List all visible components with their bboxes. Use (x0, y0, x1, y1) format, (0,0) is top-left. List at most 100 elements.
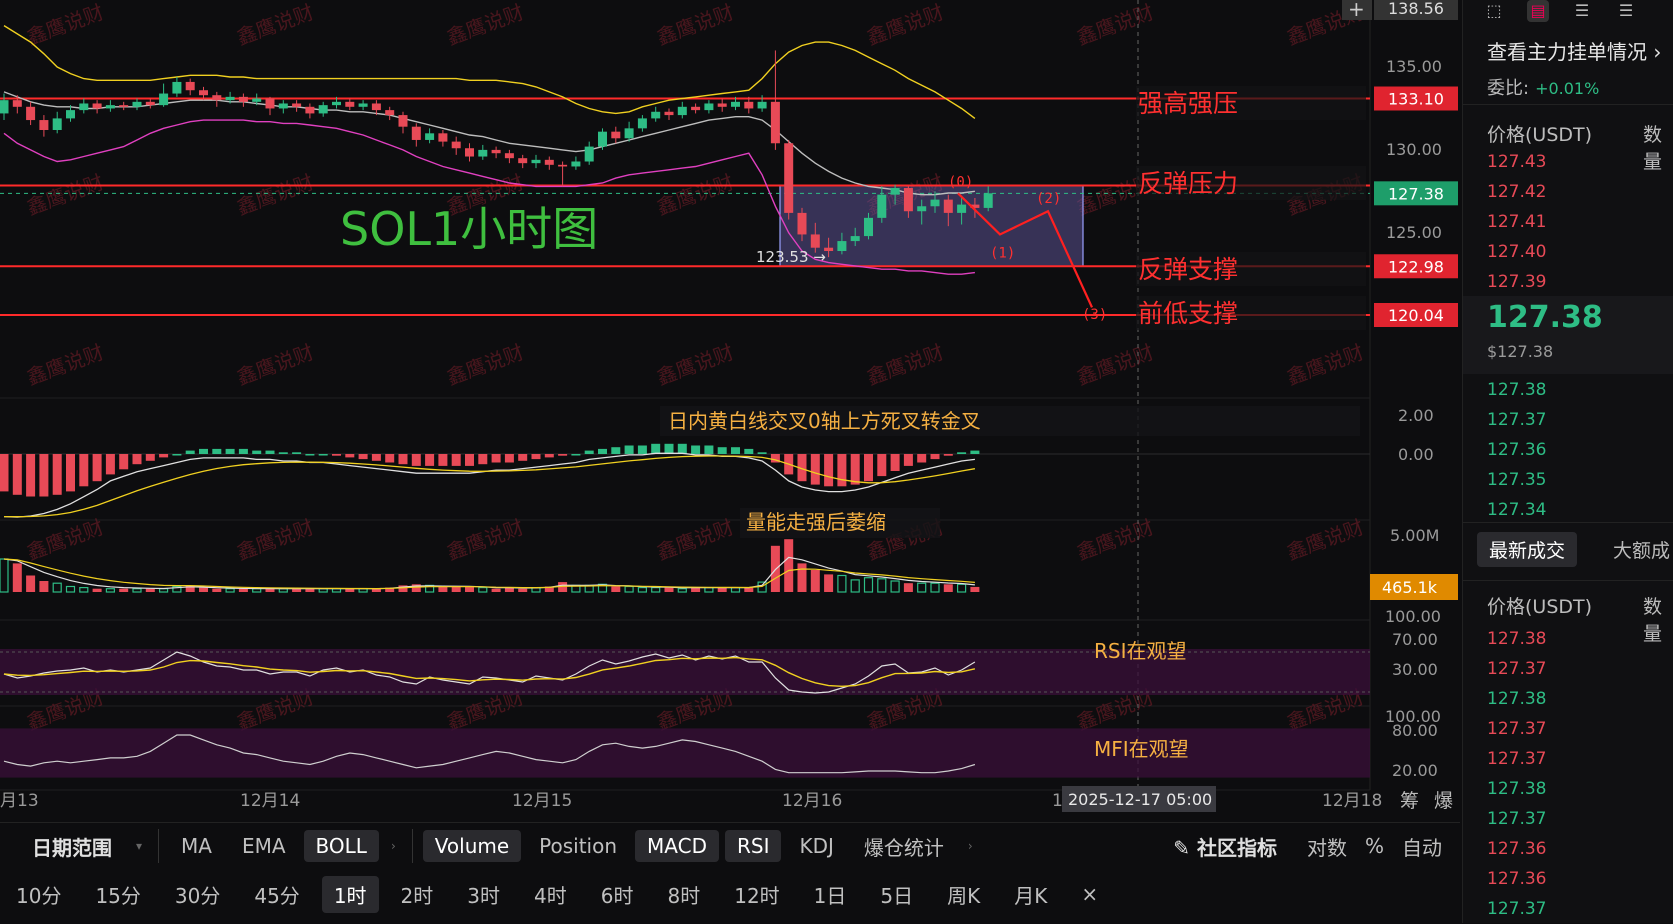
macd-bar (970, 450, 980, 454)
trade-row[interactable]: 127.37 (1487, 749, 1546, 769)
macd-bar (12, 454, 22, 495)
mid-price-block: 127.38 $127.38 (1463, 296, 1673, 374)
candle-body (810, 234, 820, 248)
trade-row[interactable]: 127.37 (1487, 809, 1546, 829)
candle-body (571, 161, 581, 167)
interval-0[interactable]: 10分 (4, 876, 73, 913)
bid-row[interactable]: 127.38 (1487, 380, 1546, 400)
kdj-toggle[interactable]: KDJ (787, 830, 845, 862)
trade-row[interactable]: 127.37 (1487, 899, 1546, 919)
trade-row[interactable]: 127.37 (1487, 659, 1546, 679)
low-price-marker: 123.53 → (756, 248, 826, 266)
trade-row[interactable]: 127.38 (1487, 779, 1546, 799)
liquidation-stats-toggle[interactable]: 爆仓统计 (852, 828, 956, 865)
interval-8[interactable]: 6时 (589, 876, 646, 913)
candle-body (425, 133, 435, 140)
macd-bar (598, 448, 607, 454)
ema-toggle[interactable]: EMA (230, 830, 298, 862)
percent-scale-toggle[interactable]: % (1359, 830, 1390, 862)
volume-bar (611, 586, 621, 592)
candle-body (52, 118, 62, 131)
trade-row[interactable]: 127.36 (1487, 869, 1546, 889)
interval-12[interactable]: 5日 (868, 876, 925, 913)
macd-bar (66, 454, 75, 492)
close-intervals-icon[interactable]: × (1069, 878, 1110, 910)
liquidation-map-icon: 爆 (1434, 790, 1453, 812)
candle-body (292, 103, 302, 107)
macd-bar (252, 450, 262, 454)
ask-row[interactable]: 127.39 (1487, 272, 1546, 292)
volume-toggle[interactable]: Volume (422, 830, 522, 862)
trade-row[interactable]: 127.38 (1487, 629, 1546, 649)
tab-latest-trades[interactable]: 最新成交 (1477, 532, 1578, 567)
date-range-button[interactable]: 日期范围 (20, 828, 124, 865)
interval-2[interactable]: 30分 (163, 876, 232, 913)
auto-scale-toggle[interactable]: 自动 (1390, 828, 1454, 865)
macd-bar (159, 454, 169, 458)
ask-row[interactable]: 127.40 (1487, 242, 1546, 262)
macd-bar (890, 454, 900, 471)
toolbar-divider (158, 829, 160, 863)
interval-6[interactable]: 3时 (455, 876, 512, 913)
candlestick-chart[interactable]: 鑫鹰说财 鑫鹰说财 鑫鹰说财 鑫鹰说财 鑫鹰说财 鑫鹰说财 鑫鹰说财鑫鹰说财 鑫鹰说财 鑫鹰说财… (0, 0, 1460, 820)
trade-row[interactable]: 127.37 (1487, 719, 1546, 739)
candle-body (558, 164, 568, 167)
volume-bar (717, 587, 727, 592)
macd-toggle[interactable]: MACD (635, 830, 719, 862)
ratio-label: 委比: (1487, 78, 1530, 99)
tab-large-trades[interactable]: 大额成 (1613, 536, 1670, 563)
layout-both-icon[interactable]: ▤ (1527, 0, 1549, 22)
trade-row[interactable]: 127.36 (1487, 839, 1546, 859)
position-toggle[interactable]: Position (527, 830, 629, 862)
candle-body (478, 149, 488, 157)
interval-11[interactable]: 1日 (802, 876, 859, 913)
community-indicators-button[interactable]: ✎ 社区指标 (1161, 828, 1289, 865)
interval-7[interactable]: 4时 (522, 876, 579, 913)
ask-row[interactable]: 127.42 (1487, 182, 1546, 202)
candle-body (651, 111, 661, 119)
layout-asks-icon[interactable]: ☰ (1615, 0, 1637, 22)
interval-13[interactable]: 周K (935, 876, 992, 913)
candle-body (770, 101, 780, 144)
interval-5[interactable]: 2时 (389, 876, 446, 913)
interval-10[interactable]: 12时 (722, 876, 791, 913)
bid-row[interactable]: 127.37 (1487, 410, 1546, 430)
volume-bar (92, 588, 102, 592)
interval-14[interactable]: 月K (1002, 876, 1059, 913)
interval-9[interactable]: 8时 (655, 876, 712, 913)
interval-1[interactable]: 15分 (83, 876, 152, 913)
volume-bar (39, 581, 49, 592)
layout-bids-icon[interactable]: ☰ (1571, 0, 1593, 22)
order-book-title[interactable]: 查看主力挂单情况 › (1487, 36, 1661, 65)
popout-icon[interactable]: ⬚ (1483, 0, 1505, 22)
strong-resistance-label: 强高强压 (1138, 89, 1238, 118)
volume-bar (797, 563, 807, 592)
interval-3[interactable]: 45分 (242, 876, 311, 913)
bid-row[interactable]: 127.35 (1487, 470, 1546, 490)
divider (1463, 522, 1673, 523)
volume-bar (438, 586, 448, 592)
macd-bar (544, 454, 554, 458)
boll-toggle[interactable]: BOLL (303, 830, 379, 862)
chart-area[interactable]: 鑫鹰说财 鑫鹰说财 鑫鹰说财 鑫鹰说财 鑫鹰说财 鑫鹰说财 鑫鹰说财 鑫鹰说财 鑫鹰说财 鑫鹰说财… (0, 0, 1460, 820)
date-axis-tick: 12月18 (1322, 791, 1382, 811)
bid-row[interactable]: 127.36 (1487, 440, 1546, 460)
prior-low-support-label: 前低支撑 (1138, 299, 1238, 328)
log-scale-toggle[interactable]: 对数 (1295, 828, 1359, 865)
candle-body (837, 241, 847, 252)
interval-4[interactable]: 1时 (321, 875, 379, 913)
ask-row[interactable]: 127.43 (1487, 152, 1546, 172)
price-tag-133: 133.10 (1388, 90, 1444, 109)
more-chevron-icon[interactable]: › (391, 839, 396, 853)
candle-body (691, 106, 701, 111)
candle-body (318, 105, 328, 114)
ask-row[interactable]: 127.41 (1487, 212, 1546, 232)
trade-row[interactable]: 127.38 (1487, 689, 1546, 709)
more-chevron-icon[interactable]: › (968, 839, 973, 853)
bid-row[interactable]: 127.34 (1487, 500, 1546, 520)
price-axis-tick: 135.00 (1386, 57, 1442, 76)
rsi-toggle[interactable]: RSI (724, 830, 782, 862)
ma-toggle[interactable]: MA (169, 830, 224, 862)
macd-bar (451, 454, 461, 466)
candle-body (39, 120, 49, 131)
